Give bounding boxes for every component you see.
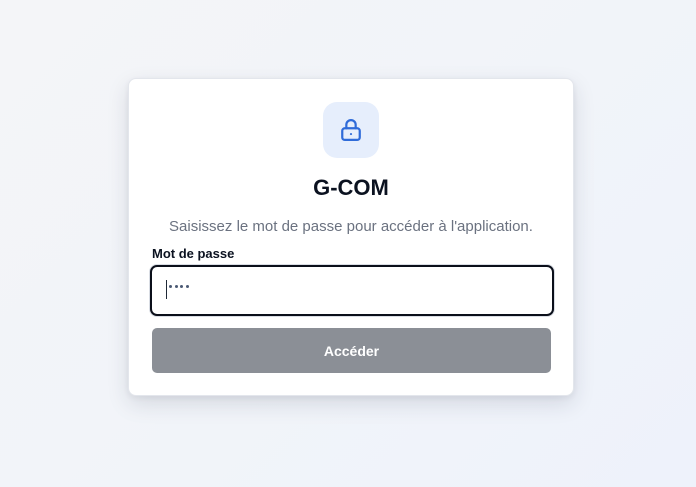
password-dot bbox=[174, 285, 178, 288]
text-caret bbox=[166, 280, 167, 299]
lock-icon bbox=[341, 119, 361, 142]
password-mask bbox=[169, 285, 189, 288]
login-card: G-COM Saisissez le mot de passe pour acc… bbox=[128, 78, 574, 396]
lock-badge bbox=[323, 102, 379, 158]
login-instructions: Saisissez le mot de passe pour accéder à… bbox=[169, 218, 533, 235]
password-input[interactable] bbox=[150, 265, 554, 316]
password-label: Mot de passe bbox=[152, 246, 235, 261]
submit-button[interactable]: Accéder bbox=[152, 328, 551, 373]
password-dot bbox=[185, 285, 189, 288]
password-dot bbox=[180, 285, 183, 288]
app-title: G-COM bbox=[313, 175, 389, 200]
password-dot bbox=[169, 285, 172, 288]
